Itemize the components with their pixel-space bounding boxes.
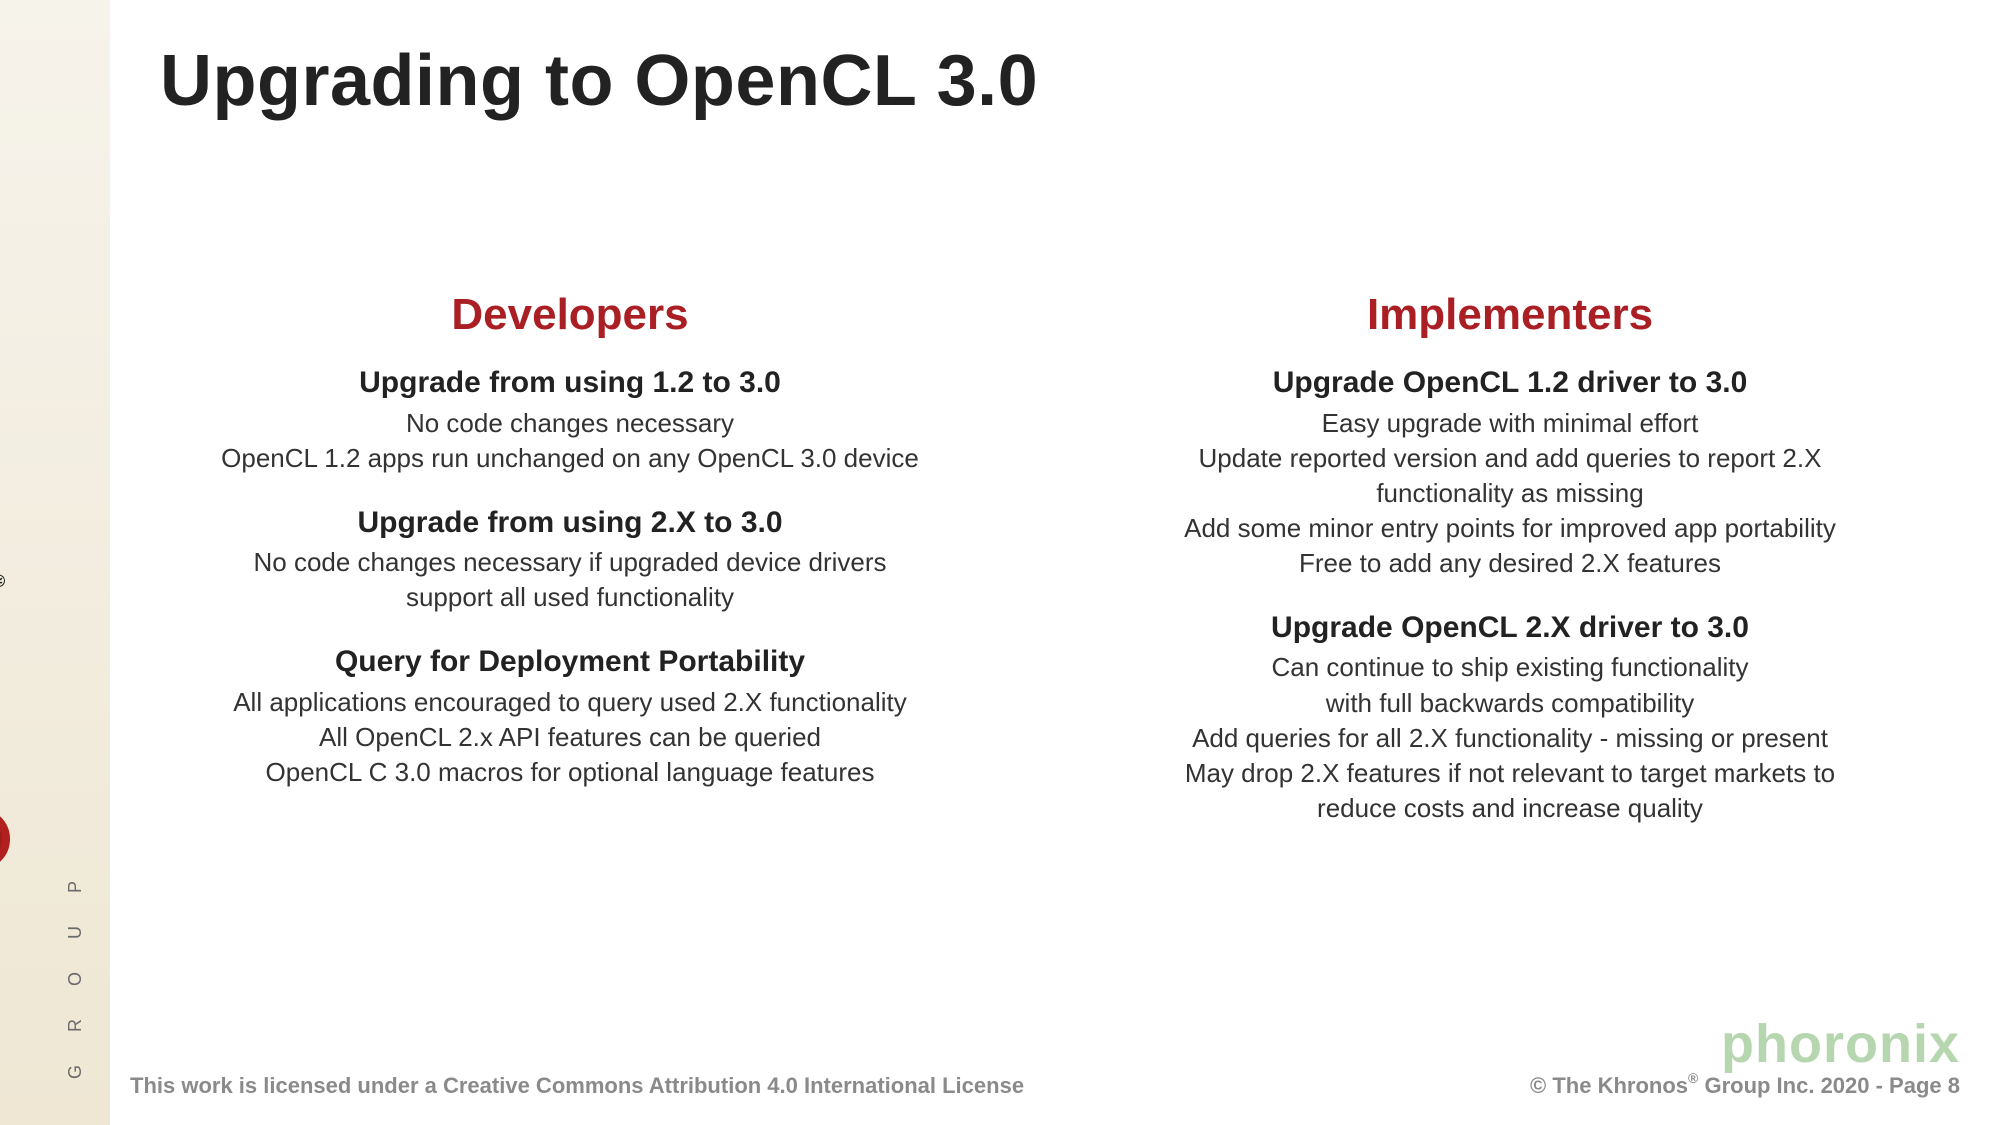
impl-section-1-body: Can continue to ship existing functional…	[1100, 650, 1920, 825]
developers-heading: Developers	[160, 290, 980, 340]
left-color-bar	[0, 0, 110, 1125]
dev-section-0-sub: Upgrade from using 1.2 to 3.0	[160, 364, 980, 402]
footer-registered-icon: ®	[1688, 1070, 1698, 1086]
logo-group-text: G R O U P	[65, 867, 86, 1079]
column-developers: Developers Upgrade from using 1.2 to 3.0…	[160, 290, 980, 854]
footer-copyright-prefix: © The Khronos	[1530, 1073, 1688, 1098]
dev-section-2: Query for Deployment Portability All app…	[160, 643, 980, 790]
impl-section-1-sub: Upgrade OpenCL 2.X driver to 3.0	[1100, 609, 1920, 647]
content-columns: Developers Upgrade from using 1.2 to 3.0…	[160, 290, 1920, 854]
dev-section-2-sub: Query for Deployment Portability	[160, 643, 980, 681]
logo-text-prefix: K H R	[0, 876, 10, 1085]
footer-copyright: © The Khronos® Group Inc. 2020 - Page 8	[1530, 1070, 1960, 1099]
footer-license: This work is licensed under a Creative C…	[130, 1073, 1024, 1099]
dev-section-1-sub: Upgrade from using 2.X to 3.0	[160, 504, 980, 542]
dev-section-0: Upgrade from using 1.2 to 3.0 No code ch…	[160, 364, 980, 476]
dev-section-1-body: No code changes necessary if upgraded de…	[160, 545, 980, 615]
impl-section-0: Upgrade OpenCL 1.2 driver to 3.0 Easy up…	[1100, 364, 1920, 581]
dev-section-2-body: All applications encouraged to query use…	[160, 685, 980, 790]
footer-copyright-suffix: Group Inc. 2020 - Page 8	[1698, 1073, 1960, 1098]
khronos-logo: K H R N O S ®	[0, 485, 10, 1085]
impl-section-1: Upgrade OpenCL 2.X driver to 3.0 Can con…	[1100, 609, 1920, 826]
implementers-heading: Implementers	[1100, 290, 1920, 340]
logo-registered-icon: ®	[0, 566, 10, 587]
logo-text-suffix: N O S	[0, 593, 10, 802]
dev-section-1: Upgrade from using 2.X to 3.0 No code ch…	[160, 504, 980, 616]
slide-title: Upgrading to OpenCL 3.0	[160, 40, 1038, 122]
column-implementers: Implementers Upgrade OpenCL 1.2 driver t…	[1100, 290, 1920, 854]
phoronix-watermark: phoronix	[1721, 1013, 1960, 1075]
slide: K H R N O S ® G R O U P Upgrading to Ope…	[0, 0, 2000, 1125]
dev-section-0-body: No code changes necessary OpenCL 1.2 app…	[160, 406, 980, 476]
impl-section-0-body: Easy upgrade with minimal effort Update …	[1100, 406, 1920, 581]
logo-o-icon	[0, 808, 10, 870]
impl-section-0-sub: Upgrade OpenCL 1.2 driver to 3.0	[1100, 364, 1920, 402]
